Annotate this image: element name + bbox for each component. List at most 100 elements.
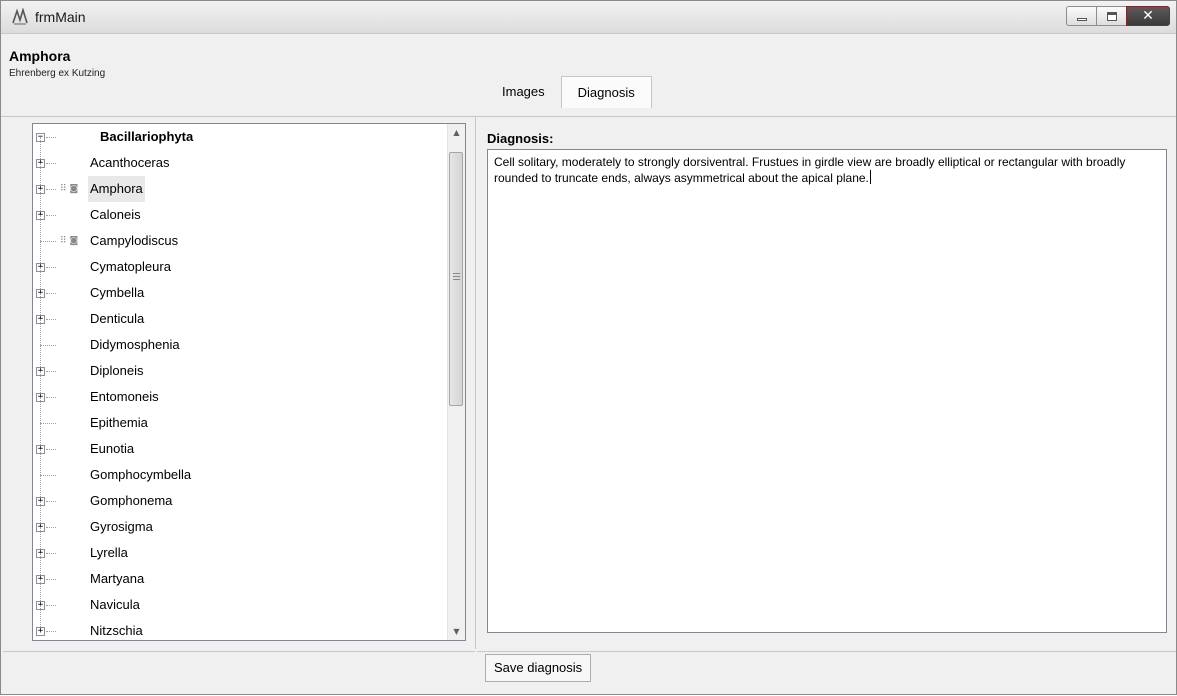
tree-connector (46, 527, 56, 528)
tree-connector (41, 475, 56, 476)
diagnosis-text: Cell solitary, moderately to strongly do… (494, 155, 1126, 185)
tree-connector (46, 397, 56, 398)
tree-item-row[interactable]: Epithemia (33, 397, 448, 436)
tree-item-row[interactable]: + Acanthoceras (33, 137, 448, 176)
taxon-header: Amphora Ehrenberg ex Kutzing Images Diag… (1, 34, 1176, 117)
close-icon: ✕ (1142, 8, 1154, 24)
tree-connector (46, 163, 56, 164)
tree-connector (46, 189, 56, 190)
tree-connector (41, 241, 56, 242)
tree-item-row[interactable]: + Entomoneis (33, 371, 448, 410)
left-panel: − Bacillariophyta + Acanthoceras + ⠿ ◙ Ampho… (3, 117, 476, 649)
tree-connector (46, 371, 56, 372)
tree-item-row[interactable]: + Lyrella (33, 527, 448, 566)
tree-connector (46, 215, 56, 216)
grip-line (453, 273, 460, 274)
close-button[interactable]: ✕ (1126, 6, 1170, 26)
tree-connector (46, 501, 56, 502)
diagnosis-textarea[interactable]: Cell solitary, moderately to strongly do… (487, 149, 1167, 633)
tree-item-label: Nitzschia (90, 623, 143, 638)
tree-item-row[interactable]: + Diploneis (33, 345, 448, 384)
tree-connector (46, 319, 56, 320)
tree-item-row[interactable]: + ⠿ ◙ Amphora (33, 163, 448, 202)
tree-item-row[interactable]: + Eunotia (33, 423, 448, 462)
tree-item-row[interactable]: Gomphocymbella (33, 449, 448, 488)
tree-item-label: Lyrella (90, 545, 128, 560)
maximize-button[interactable] (1096, 6, 1126, 26)
tree-item-label: Martyana (90, 571, 145, 586)
tree-item-label: Denticula (90, 311, 145, 326)
tree-item-row[interactable]: + Denticula (33, 293, 448, 332)
tree-item-row[interactable]: + Nitzschia (33, 605, 448, 640)
genus-name: Amphora (9, 48, 71, 64)
tree-connector (46, 449, 56, 450)
tree-connector (40, 397, 41, 423)
grip-line (453, 279, 460, 280)
tree-item-label: Gomphonema (90, 493, 173, 508)
tree-item-row[interactable]: ⠿ ◙ Campylodiscus (33, 215, 448, 254)
tree-item-label: Cymatopleura (90, 259, 171, 274)
tree-connector (46, 631, 56, 632)
tree-item-label: Navicula (90, 597, 140, 612)
tree-item-label: Cymbella (90, 285, 145, 300)
tree-item-label: Gyrosigma (90, 519, 153, 534)
tree-connector (41, 345, 56, 346)
tree-connector (46, 267, 56, 268)
tab-diagnosis[interactable]: Diagnosis (560, 76, 652, 108)
taxon-tree[interactable]: − Bacillariophyta + Acanthoceras + ⠿ ◙ Ampho… (32, 123, 466, 641)
tree-connector (46, 137, 56, 138)
tree-item-label: Entomoneis (90, 389, 159, 404)
tree-item-row[interactable]: + Gomphonema (33, 475, 448, 514)
tree-connector (40, 449, 41, 475)
window-title: frmMain (35, 9, 86, 25)
tree-root-row[interactable]: − Bacillariophyta (33, 124, 448, 150)
tree-connector (40, 319, 41, 345)
text-caret (869, 170, 871, 184)
tree-item-row[interactable]: + Gyrosigma (33, 501, 448, 540)
maximize-icon (1107, 12, 1117, 21)
tree-item-label: Epithemia (90, 415, 148, 430)
minimize-icon (1077, 18, 1087, 21)
diagnosis-label: Diagnosis: (487, 131, 554, 146)
node-image-icon: ⠿ ◙ (60, 184, 79, 194)
tree-connector (46, 605, 56, 606)
tree-item-row[interactable]: + Cymatopleura (33, 241, 448, 280)
tree-scrollbar[interactable]: ▲ ▼ (447, 124, 465, 640)
left-footer (3, 651, 475, 696)
tree-item-label: Amphora (88, 176, 145, 202)
tab-strip: Images Diagnosis (486, 76, 652, 108)
save-diagnosis-button[interactable]: Save diagnosis (485, 654, 592, 682)
tree-connector (46, 293, 56, 294)
diagnosis-panel: Diagnosis: Cell solitary, moderately to … (477, 117, 1176, 649)
tree-item-label: Acanthoceras (90, 155, 170, 170)
main-window: frmMain ✕ Amphora Ehrenberg ex Kutzing I… (0, 0, 1177, 695)
node-image-icon: ⠿ ◙ (60, 236, 79, 246)
tree-item-row[interactable]: + Caloneis (33, 189, 448, 228)
title-bar[interactable]: frmMain ✕ (1, 1, 1176, 34)
tab-images[interactable]: Images (486, 76, 561, 108)
tree-item-label: Diploneis (90, 363, 144, 378)
tree-item-label: Campylodiscus (90, 233, 179, 248)
tree-root-label: Bacillariophyta (100, 129, 194, 144)
scroll-down-icon[interactable]: ▼ (448, 623, 465, 640)
window-controls: ✕ (1066, 6, 1170, 26)
tree-connector (40, 215, 41, 241)
tree-item-row[interactable]: Didymosphenia (33, 319, 448, 358)
taxon-author: Ehrenberg ex Kutzing (9, 68, 106, 79)
tree-connector (41, 423, 56, 424)
scroll-up-icon[interactable]: ▲ (448, 124, 465, 141)
tree-item-label: Didymosphenia (90, 337, 180, 352)
expand-icon[interactable]: + (36, 627, 45, 636)
tree-item-label: Eunotia (90, 441, 135, 456)
grip-line (453, 276, 460, 277)
tree-item-row[interactable]: + Navicula (33, 579, 448, 618)
tree-item-row[interactable]: + Cymbella (33, 267, 448, 306)
tree-item-label: Caloneis (90, 207, 141, 222)
tree-item-row[interactable]: + Martyana (33, 553, 448, 592)
tree-item-label: Gomphocymbella (90, 467, 192, 482)
right-footer: Save diagnosis (477, 651, 1176, 696)
app-icon (12, 8, 28, 25)
tree-connector (46, 579, 56, 580)
scroll-thumb[interactable] (449, 152, 463, 406)
minimize-button[interactable] (1066, 6, 1096, 26)
